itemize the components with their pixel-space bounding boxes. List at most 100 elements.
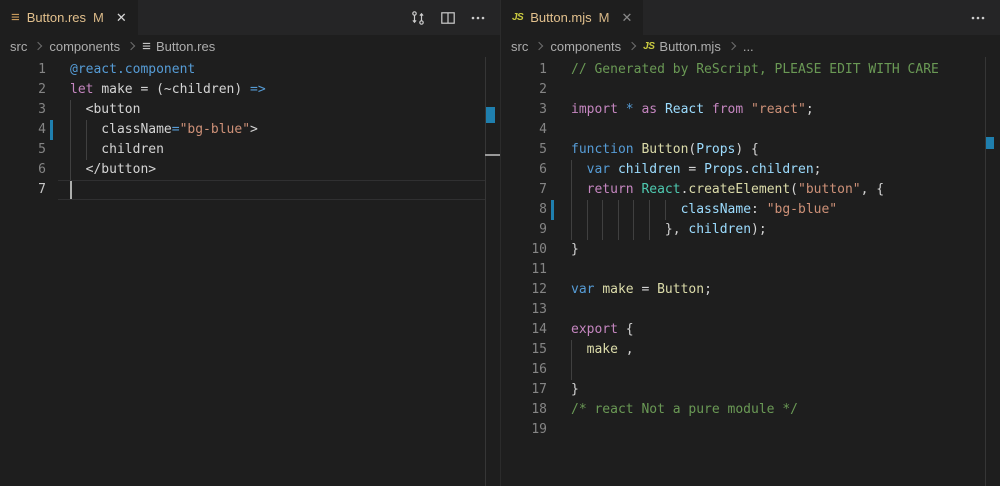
breadcrumb-file[interactable]: Button.mjs [659,39,720,54]
code-token: children [70,142,164,157]
modified-badge: M [93,10,104,25]
line-number: 5 [0,140,46,160]
code-token: children [618,162,681,177]
tab-bar: JS Button.mjs M ✕ [501,0,1000,35]
indent-guide [587,220,588,240]
breadcrumb-src[interactable]: src [10,39,27,54]
code-token: { [626,322,634,337]
code-line: 2let make = (~children) => [0,80,500,100]
js-icon: JS [512,12,523,23]
line-number: 2 [0,80,46,100]
indent-guide [571,340,572,360]
code-line: 16 [501,360,1000,380]
indent-guide [571,360,572,380]
close-icon[interactable]: ✕ [116,10,127,26]
code-token: "bg-blue" [180,122,250,137]
code-area: 1// Generated by ReScript, PLEASE EDIT W… [501,60,1000,440]
code-token: = [681,162,704,177]
code-line: 1// Generated by ReScript, PLEASE EDIT W… [501,60,1000,80]
code-token: children [688,222,751,237]
code-line: 17} [501,380,1000,400]
code-line: 15 make , [501,340,1000,360]
code-token: let [70,82,101,97]
breadcrumb-components[interactable]: components [550,39,621,54]
line-number: 1 [0,60,46,80]
text-cursor [70,181,72,199]
editor-actions [966,0,1000,35]
code-token: createElement [688,182,790,197]
list-icon: ≡ [142,39,151,54]
indent-guide [571,180,572,200]
chevron-right-icon [628,42,636,50]
editor-pane-right: JS Button.mjs M ✕ src components JS Butt… [500,0,1000,486]
code-token: as [641,102,664,117]
code-token: /* react Not a pure module */ [571,402,798,417]
split-editor-icon[interactable] [436,6,460,30]
more-actions-icon[interactable] [966,6,990,30]
code-line: 12var make = Button; [501,280,1000,300]
code-editor[interactable]: 1// Generated by ReScript, PLEASE EDIT W… [501,57,1000,486]
code-token: return [571,182,641,197]
indent-guide [571,220,572,240]
code-token: import [571,102,626,117]
tab-button-res[interactable]: ≡ Button.res M ✕ [0,0,138,35]
overview-ruler [985,57,986,486]
code-line: 5 children [0,140,500,160]
line-number: 6 [0,160,46,180]
code-token: : [751,202,767,217]
code-token: ; [704,282,712,297]
line-number: 11 [501,260,547,280]
breadcrumb: src components ≡ Button.res [0,35,500,57]
code-line: 7 return React.createElement("button", { [501,180,1000,200]
line-number: 3 [0,100,46,120]
indent-guide [665,200,666,220]
code-line: 2 [501,80,1000,100]
breadcrumb-components[interactable]: components [49,39,120,54]
line-number: 7 [0,180,46,200]
code-line: 1@react.component [0,60,500,80]
tab-bar: ≡ Button.res M ✕ [0,0,500,35]
code-token: , { [861,182,884,197]
tab-button-mjs[interactable]: JS Button.mjs M ✕ [501,0,643,35]
indent-guide [587,200,588,220]
line-number: 9 [501,220,547,240]
line-number: 2 [501,80,547,100]
line-number: 1 [501,60,547,80]
tab-label: Button.mjs [530,10,591,25]
code-line: 3import * as React from "react"; [501,100,1000,120]
indent-guide [70,120,71,140]
code-token: => [250,82,266,97]
indent-guide [602,220,603,240]
code-token: var [571,282,602,297]
breadcrumb-symbol[interactable]: ... [743,39,754,54]
line-number: 7 [501,180,547,200]
code-token: Button [657,282,704,297]
code-line: 8 className: "bg-blue" [501,200,1000,220]
line-number: 19 [501,420,547,440]
code-token: React [641,182,680,197]
line-number: 8 [501,200,547,220]
code-line: 5function Button(Props) { [501,140,1000,160]
code-line: 6 </button> [0,160,500,180]
code-token: = [634,282,657,297]
code-token: > [250,122,258,137]
code-editor[interactable]: 1@react.component2let make = (~children)… [0,57,500,486]
line-number: 10 [501,240,547,260]
compare-changes-icon[interactable] [406,6,430,30]
close-icon[interactable]: ✕ [622,10,633,26]
line-number: 5 [501,140,547,160]
more-actions-icon[interactable] [466,6,490,30]
breadcrumb-src[interactable]: src [511,39,528,54]
indent-guide [70,160,71,180]
code-token: function [571,142,641,157]
code-token: "react" [751,102,806,117]
code-line: 7 [0,180,500,200]
indent-guide [571,160,572,180]
code-token: ( [790,182,798,197]
code-token: ; [814,162,822,177]
breadcrumb-file[interactable]: Button.res [156,39,215,54]
code-token: make [571,342,618,357]
code-token: } [571,242,579,257]
breadcrumb: src components JS Button.mjs ... [501,35,1000,57]
chevron-right-icon [728,42,736,50]
